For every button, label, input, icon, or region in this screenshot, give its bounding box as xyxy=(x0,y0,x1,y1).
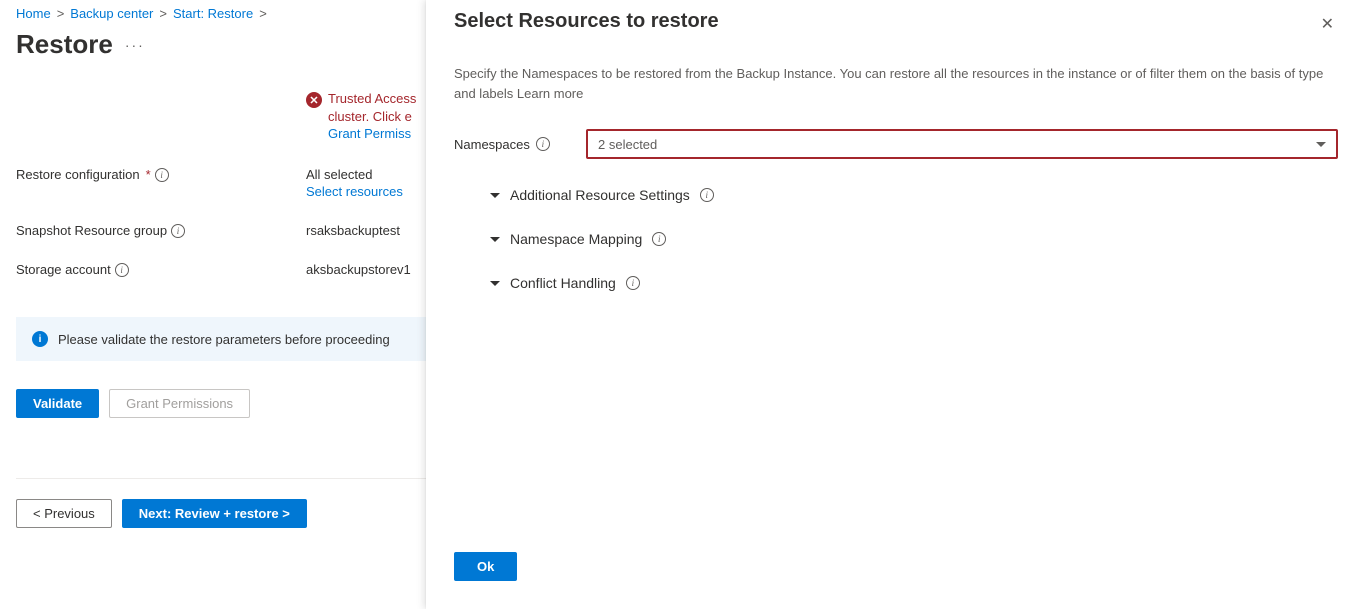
namespace-mapping-label: Namespace Mapping xyxy=(510,231,642,247)
grant-permissions-link[interactable]: Grant Permiss xyxy=(328,126,416,141)
additional-resource-settings-label: Additional Resource Settings xyxy=(510,187,690,203)
info-icon[interactable]: i xyxy=(171,224,185,238)
info-icon[interactable]: i xyxy=(626,276,640,290)
namespaces-dropdown[interactable]: 2 selected xyxy=(586,129,1338,159)
previous-button[interactable]: < Previous xyxy=(16,499,112,528)
namespace-mapping-expander[interactable]: Namespace Mapping i xyxy=(490,231,1338,247)
chevron-down-icon xyxy=(490,237,500,242)
conflict-handling-label: Conflict Handling xyxy=(510,275,616,291)
breadcrumb-separator: > xyxy=(259,6,267,21)
panel-description: Specify the Namespaces to be restored fr… xyxy=(454,64,1338,103)
error-message-line2: cluster. Click e xyxy=(328,108,416,126)
snapshot-rg-label: Snapshot Resource group xyxy=(16,223,167,238)
breadcrumb-start-restore[interactable]: Start: Restore xyxy=(173,6,253,21)
breadcrumb-separator: > xyxy=(159,6,167,21)
namespaces-dropdown-value: 2 selected xyxy=(598,137,657,152)
select-resources-link[interactable]: Select resources xyxy=(306,184,403,199)
breadcrumb-home[interactable]: Home xyxy=(16,6,51,21)
more-menu-icon[interactable]: ··· xyxy=(125,37,145,53)
info-icon[interactable]: i xyxy=(155,168,169,182)
info-icon[interactable]: i xyxy=(652,232,666,246)
info-icon[interactable]: i xyxy=(700,188,714,202)
page-title: Restore xyxy=(16,29,113,60)
storage-account-value: aksbackupstorev1 xyxy=(306,262,411,277)
chevron-down-icon xyxy=(490,193,500,198)
next-review-restore-button[interactable]: Next: Review + restore > xyxy=(122,499,307,528)
breadcrumb-backup-center[interactable]: Backup center xyxy=(70,6,153,21)
panel-title: Select Resources to restore xyxy=(454,10,719,33)
error-message-line1: Trusted Access xyxy=(328,90,416,108)
info-bar-text: Please validate the restore parameters b… xyxy=(58,332,390,347)
select-resources-panel: Select Resources to restore ✕ Specify th… xyxy=(426,0,1366,609)
info-circle-icon: i xyxy=(32,331,48,347)
chevron-down-icon xyxy=(490,281,500,286)
conflict-handling-expander[interactable]: Conflict Handling i xyxy=(490,275,1338,291)
info-icon[interactable]: i xyxy=(536,137,550,151)
validate-button[interactable]: Validate xyxy=(16,389,99,418)
namespaces-label: Namespaces xyxy=(454,137,530,152)
chevron-down-icon xyxy=(1316,142,1326,147)
close-icon[interactable]: ✕ xyxy=(1317,10,1338,38)
grant-permissions-button[interactable]: Grant Permissions xyxy=(109,389,250,418)
additional-resource-settings-expander[interactable]: Additional Resource Settings i xyxy=(490,187,1338,203)
restore-config-value: All selected xyxy=(306,167,372,182)
storage-account-label: Storage account xyxy=(16,262,111,277)
info-icon[interactable]: i xyxy=(115,263,129,277)
breadcrumb-separator: > xyxy=(57,6,65,21)
error-icon: ✕ xyxy=(306,92,322,108)
required-asterisk: * xyxy=(146,167,151,182)
restore-config-label: Restore configuration xyxy=(16,167,140,182)
snapshot-rg-value: rsaksbackuptest xyxy=(306,223,400,238)
ok-button[interactable]: Ok xyxy=(454,552,517,581)
